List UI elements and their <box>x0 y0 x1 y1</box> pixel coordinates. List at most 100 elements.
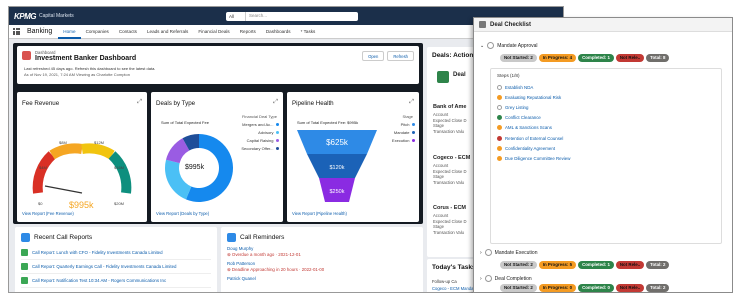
status-pills: Not Started: 2 In Progress: 0 Completed: 0… <box>500 284 671 292</box>
status-pills: Not Started: 2 In Progress: 5 Completed: 1… <box>500 261 671 269</box>
step-status-icon <box>497 155 502 161</box>
chevron-right-icon[interactable]: › <box>480 250 482 256</box>
section-status-icon <box>484 275 492 282</box>
dashboard-area: Dashboard Investment Banker Dashboard La… <box>13 43 423 224</box>
section-name: Mandate Execution <box>494 249 538 256</box>
legend-item: Mandate <box>394 130 415 135</box>
tab-companies[interactable]: Companies <box>81 25 114 39</box>
deal-checklist-panel: Deal Checklist ⌄ Mandate Approval Not St… <box>473 17 733 293</box>
pill-in-progress: In Progress: 5 <box>538 261 577 269</box>
reminder-icon <box>227 233 236 242</box>
search-scope[interactable]: All <box>226 11 246 21</box>
gauge-tick: $0 <box>38 201 43 206</box>
search-input[interactable]: Search... <box>246 11 358 21</box>
donut-center-value: $995k <box>185 164 205 171</box>
section-status-icon <box>484 249 492 256</box>
checklist-step[interactable]: AML & Sanctions Scans <box>497 123 715 133</box>
deal-name[interactable]: Corus - ECM <box>433 205 466 211</box>
list-item[interactable]: Call Report: Quarterly Earnings Call - F… <box>21 260 211 274</box>
gauge-tick: $12M <box>94 140 104 145</box>
legend-item: Execution <box>392 138 415 143</box>
reminder-item[interactable]: Rob Patterson ⊗ Deadline Approaching in … <box>227 261 417 273</box>
tab-contacts[interactable]: Contacts <box>114 25 142 39</box>
deal-name[interactable]: Bank of Ame <box>433 104 466 110</box>
chevron-right-icon[interactable]: › <box>480 276 482 282</box>
report-icon <box>21 249 28 256</box>
pipeline-health-card: Pipeline Health ⤢ Sum of Total Expected … <box>287 92 419 222</box>
chart-subtitle: Sum of Total Expected Fee: $995k <box>297 120 359 125</box>
view-report-link[interactable]: View Report (Pipeline Health) <box>292 211 347 216</box>
section-mandate-execution[interactable]: › Mandate Execution <box>480 249 537 256</box>
card-title: Pipeline Health <box>292 100 334 107</box>
tab-reports[interactable]: Reports <box>235 25 261 39</box>
chevron-down-icon[interactable]: ⌄ <box>480 43 484 49</box>
deal-icon <box>437 71 449 83</box>
gauge-tick: $20M <box>114 201 124 206</box>
reminder-item[interactable]: Doug Murphy ⊗ Overdue a month ago · 2021… <box>227 246 417 258</box>
as-of-text: As of Nov 19, 2021, 7:24 AM Viewing as C… <box>24 72 130 77</box>
gauge-needle <box>44 185 83 194</box>
panel-title: Call Reminders <box>240 234 285 241</box>
step-status-icon <box>497 104 502 110</box>
global-search[interactable]: All Search... <box>226 11 358 21</box>
list-item[interactable]: Call Report: Notification Test 10:34 AM … <box>21 274 211 288</box>
funnel-value-label: $250k <box>330 189 345 195</box>
pill-not-started: Not Started: 2 <box>500 284 537 292</box>
fee-revenue-card: Fee Revenue ⤢ $0 $4M $8M $12M $16M $20M … <box>17 92 147 222</box>
view-report-link[interactable]: View Report (Deals by Type) <box>156 211 209 216</box>
step-status-icon <box>497 84 502 90</box>
step-status-icon <box>497 115 502 121</box>
app-label: Capital Markets <box>39 13 74 19</box>
refresh-button[interactable]: Refresh <box>387 51 414 61</box>
checklist-title: Deal Checklist <box>490 21 532 28</box>
gauge-chart: $0 $4M $8M $12M $16M $20M $995k <box>32 140 132 210</box>
checklist-step[interactable]: Grey Listing <box>497 102 715 112</box>
funnel-chart: $625k $120k $250k <box>297 130 377 202</box>
deal-fields: Account Expected Close D Stage Transaction … <box>433 112 467 134</box>
open-button[interactable]: Open <box>362 51 385 61</box>
funnel-value-label: $625k <box>326 138 349 147</box>
deal-fields: Account Expected Close D Stage Transaction … <box>433 213 467 235</box>
expand-icon[interactable]: ⤢ <box>273 99 278 106</box>
legend-item: Advisory <box>258 130 279 135</box>
checklist-step[interactable]: Conflict Clearance <box>497 113 715 123</box>
pill-not-relevant: Not Rele.. <box>615 54 645 62</box>
reminder-item[interactable]: Patrick Quanel <box>227 276 417 281</box>
checklist-step[interactable]: Due Diligence Committee Review <box>497 153 715 163</box>
tab-dashboards[interactable]: Dashboards <box>261 25 296 39</box>
deal-name[interactable]: Deal <box>453 72 466 78</box>
checklist-step[interactable]: Evaluating Reputational Risk <box>497 92 715 102</box>
checklist-step[interactable]: Confidentiality Agreement <box>497 143 715 153</box>
legend-title: Stage <box>402 114 413 119</box>
tab-home[interactable]: Home <box>58 25 81 39</box>
checklist-step[interactable]: Retention of External Counsel <box>497 133 715 143</box>
step-status-icon <box>497 125 502 131</box>
deal-name[interactable]: Cogeco - ECM <box>433 155 470 161</box>
report-icon <box>21 263 28 270</box>
section-deal-completion[interactable]: › Deal Completion <box>480 275 532 282</box>
pill-completed: Completed: 1 <box>578 261 614 269</box>
view-report-link[interactable]: View Report (Fee Revenue) <box>22 211 74 216</box>
expand-icon[interactable]: ⤢ <box>137 99 142 106</box>
tab-tasks[interactable]: * Tasks <box>296 25 321 39</box>
gauge-tick: $8M <box>59 140 67 145</box>
legend-title: Financial Deal Type <box>241 114 277 119</box>
pill-total: Total: 8 <box>646 54 670 62</box>
dashboard-icon <box>22 51 31 60</box>
legend-item: Mergers and Ac... <box>242 122 279 127</box>
expand-icon[interactable]: ⤢ <box>409 99 414 106</box>
steps-label: Steps (1/8) <box>497 73 520 78</box>
app-launcher-icon[interactable] <box>13 28 20 35</box>
pill-in-progress: In Progress: 4 <box>538 54 577 62</box>
section-mandate-approval[interactable]: ⌄ Mandate Approval <box>480 42 538 49</box>
pill-not-relevant: Not Rele.. <box>615 284 645 292</box>
recent-call-reports-panel: Recent Call Reports Call Report: Lunch w… <box>15 227 217 292</box>
list-item[interactable]: Call Report: Lunch with CFO - Fidelity I… <box>21 246 211 260</box>
checklist-step[interactable]: Establish NDA <box>497 82 715 92</box>
refresh-notice: Last refreshed 45 days ago. Refresh this… <box>24 66 156 71</box>
pill-total: Total: 2 <box>646 261 670 269</box>
tab-financial-deals[interactable]: Financial Deals <box>193 25 234 39</box>
tab-leads[interactable]: Leads and Referrals <box>142 25 193 39</box>
deals-by-type-card: Deals by Type ⤢ Sum of Total Expected Fe… <box>151 92 283 222</box>
status-pills: Not Started: 2 In Progress: 4 Completed: 1… <box>500 54 671 62</box>
